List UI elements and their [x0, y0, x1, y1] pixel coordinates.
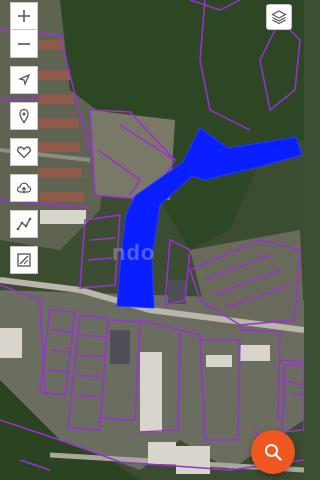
minus-icon: [18, 42, 30, 45]
search-button[interactable]: [251, 430, 295, 474]
cloud-upload-icon: [16, 182, 32, 194]
measure-area-button[interactable]: [10, 246, 38, 274]
zoom-out-button[interactable]: [10, 30, 38, 58]
area-icon: [17, 253, 31, 267]
layers-icon: [271, 10, 287, 25]
plus-icon: [18, 10, 30, 22]
favorite-button[interactable]: [10, 138, 38, 166]
measure-line-button[interactable]: [10, 210, 38, 238]
layers-button[interactable]: [266, 4, 292, 30]
marker-button[interactable]: [10, 102, 38, 130]
polyline-icon: [16, 217, 32, 231]
locate-button[interactable]: [10, 66, 38, 94]
watermark-text: ndo: [112, 240, 156, 265]
heart-icon: [17, 146, 31, 159]
search-icon: [265, 444, 282, 461]
upload-button[interactable]: [10, 174, 38, 202]
navigation-arrow-icon: [18, 73, 31, 86]
map-pin-icon: [19, 108, 29, 124]
map-toolbar: [10, 2, 38, 274]
zoom-in-button[interactable]: [10, 2, 38, 30]
